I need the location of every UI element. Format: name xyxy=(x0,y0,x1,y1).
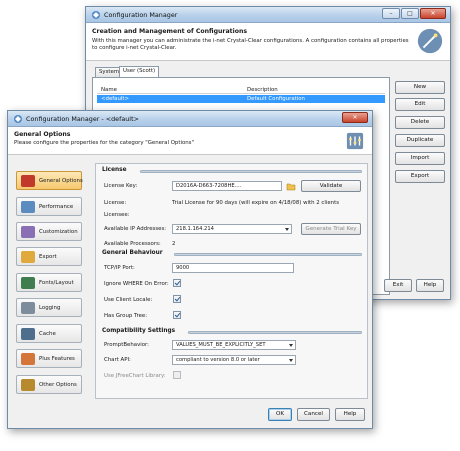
front-header-text: Please configure the properties for the … xyxy=(14,140,194,146)
tab-user[interactable]: User (Scott) xyxy=(119,66,160,77)
category-export[interactable]: Export xyxy=(16,247,82,266)
table-header: Name Description xyxy=(97,86,385,94)
category-fonts-layout[interactable]: Fonts/Layout xyxy=(16,273,82,292)
group-tree-label: Has Group Tree: xyxy=(104,313,148,319)
category-general-options[interactable]: General Options xyxy=(16,171,83,190)
prompt-behavior-label: PromptBehavior: xyxy=(104,342,149,348)
ip-addresses-label: Available IP Addresses: xyxy=(104,226,167,232)
category-performance[interactable]: Performance xyxy=(16,197,82,216)
client-locale-label: Use Client Locale: xyxy=(104,297,153,303)
front-window-title: Configuration Manager - <default> xyxy=(26,115,139,123)
folder-icon[interactable] xyxy=(286,181,296,191)
licensee-label: Licensee: xyxy=(104,212,130,218)
ok-button[interactable]: OK xyxy=(268,408,292,421)
group-tree-checkbox[interactable] xyxy=(173,311,181,319)
category-plus-features[interactable]: Plus Features xyxy=(16,349,82,368)
logging-icon xyxy=(21,302,35,314)
license-separator xyxy=(140,170,362,173)
cancel-button[interactable]: Cancel xyxy=(297,408,330,421)
performance-icon xyxy=(21,201,35,213)
category-logging[interactable]: Logging xyxy=(16,298,82,317)
ignore-where-checkbox[interactable] xyxy=(173,279,181,287)
settings-panel: License License Key: D2016A-D663-7208HE.… xyxy=(95,163,368,399)
wand-icon xyxy=(417,28,443,54)
tcp-port-label: TCP/IP Port: xyxy=(104,265,135,271)
back-help-button[interactable]: Help xyxy=(416,279,444,292)
customization-icon xyxy=(21,226,35,238)
jfreechart-label: Use JFreeChart Library: xyxy=(104,373,166,379)
front-header: General Options Please configure the pro… xyxy=(8,127,372,155)
general-behaviour-section-title: General Behaviour xyxy=(102,250,163,256)
row-description: Default Configuration xyxy=(247,96,305,102)
new-button[interactable]: New xyxy=(395,81,445,94)
license-value: Trial License for 90 days (will expire o… xyxy=(172,200,340,206)
help-button[interactable]: Help xyxy=(335,408,365,421)
other-options-icon xyxy=(21,379,35,391)
jfreechart-checkbox[interactable] xyxy=(173,371,181,379)
settings-header-icon xyxy=(346,132,364,150)
app-icon xyxy=(92,11,100,19)
exit-button[interactable]: Exit xyxy=(384,279,412,292)
cache-icon xyxy=(21,328,35,340)
front-title-bar[interactable]: Configuration Manager - <default> ✕ xyxy=(8,111,372,127)
import-button[interactable]: Import xyxy=(395,152,445,165)
category-customization[interactable]: Customization xyxy=(16,222,82,241)
prompt-behavior-select[interactable]: VALUES_MUST_BE_EXPLICITLY_SET xyxy=(172,340,296,350)
chevron-down-icon xyxy=(289,344,293,347)
chevron-down-icon xyxy=(285,228,289,231)
back-window-title: Configuration Manager xyxy=(104,11,178,19)
license-key-input[interactable]: D2016A-D663-7208HE.... xyxy=(172,181,282,191)
validate-button[interactable]: Validate xyxy=(301,180,361,192)
export-icon xyxy=(21,251,35,263)
back-header-text: With this manager you can administrate t… xyxy=(92,38,409,51)
export-button[interactable]: Export xyxy=(395,170,445,183)
general-options-icon xyxy=(21,175,35,187)
client-locale-checkbox[interactable] xyxy=(173,295,181,303)
license-label: License: xyxy=(104,200,127,206)
app-icon xyxy=(14,115,22,123)
duplicate-button[interactable]: Duplicate xyxy=(395,134,445,147)
compatibility-separator xyxy=(188,331,362,334)
ip-addresses-select[interactable]: 218.1.164.214 xyxy=(172,224,292,234)
column-name: Name xyxy=(101,87,117,93)
plus-features-icon xyxy=(21,353,35,365)
back-header-title: Creation and Management of Configuration… xyxy=(92,28,248,35)
delete-button[interactable]: Delete xyxy=(395,116,445,129)
table-row[interactable]: <default> Default Configuration xyxy=(97,95,385,103)
fonts-layout-icon xyxy=(21,277,35,289)
chart-api-label: Chart API: xyxy=(104,357,131,363)
compatibility-section-title: Compatibility Settings xyxy=(102,328,176,334)
row-name: <default> xyxy=(101,96,130,102)
column-description: Description xyxy=(247,87,278,93)
close-button[interactable]: ✕ xyxy=(420,8,446,19)
maximize-button[interactable]: □ xyxy=(401,8,419,19)
license-key-label: License Key: xyxy=(104,183,138,189)
minimize-button[interactable]: – xyxy=(382,8,400,19)
ignore-where-label: Ignore WHERE On Error: xyxy=(104,281,169,287)
chart-api-select[interactable]: compliant to version 8.0 or later xyxy=(172,355,296,365)
back-header: Creation and Management of Configuration… xyxy=(86,23,450,61)
front-header-title: General Options xyxy=(14,131,71,138)
processors-value: 2 xyxy=(172,241,176,247)
back-title-bar[interactable]: Configuration Manager – □ ✕ xyxy=(86,7,450,23)
processors-label: Available Processors: xyxy=(104,241,161,247)
chevron-down-icon xyxy=(289,359,293,362)
close-button[interactable]: ✕ xyxy=(342,112,368,123)
general-options-dialog: Configuration Manager - <default> ✕ Gene… xyxy=(7,110,373,429)
category-cache[interactable]: Cache xyxy=(16,324,82,343)
license-section-title: License xyxy=(102,167,127,173)
generate-trial-key-button[interactable]: Generate Trial Key xyxy=(301,223,361,235)
general-behaviour-separator xyxy=(174,253,362,256)
category-other-options[interactable]: Other Options xyxy=(16,375,82,394)
edit-button[interactable]: Edit xyxy=(395,98,445,111)
tcp-port-input[interactable]: 9000 xyxy=(172,263,294,273)
